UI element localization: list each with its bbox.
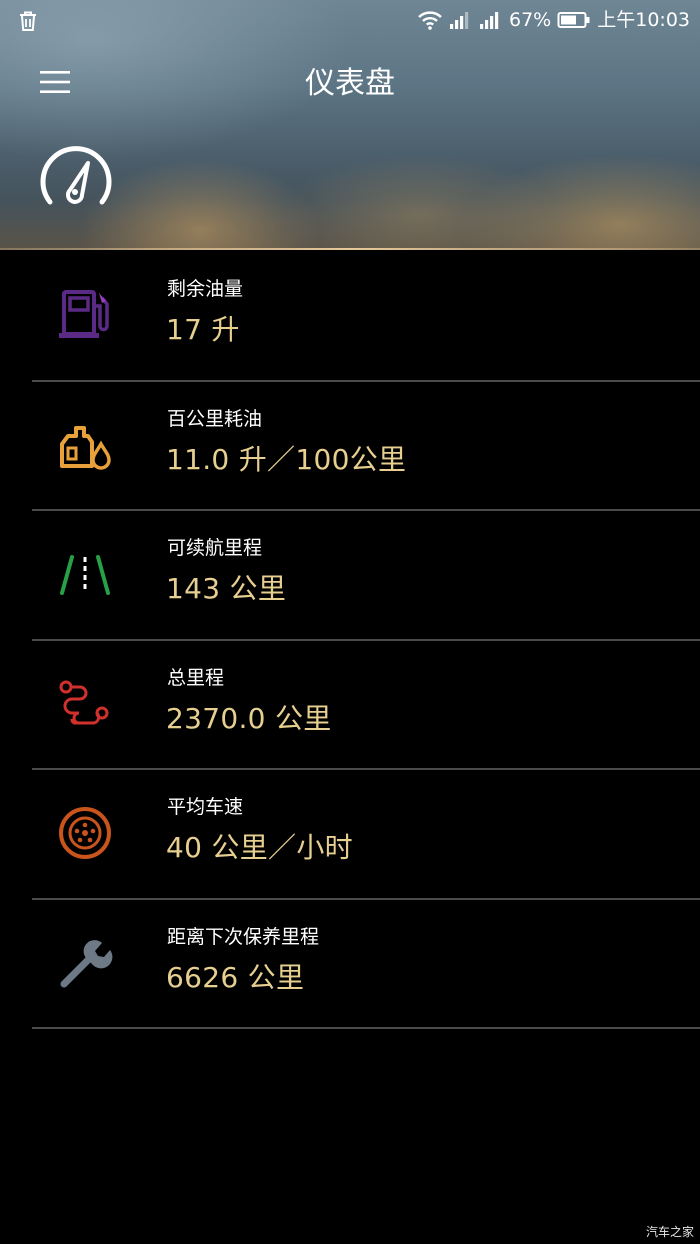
status-bar: 67% 上午10:03 — [0, 0, 700, 40]
speedometer-icon — [40, 146, 112, 205]
battery-icon — [557, 12, 590, 28]
metrics-list: 剩余油量 17 升 百公里耗油 11.0 升／100公里 可续航里程 143 公… — [0, 252, 700, 1029]
metric-label: 可续航里程 — [167, 537, 263, 559]
metric-value: 17 升 — [166, 313, 240, 346]
metric-label: 剩余油量 — [167, 278, 244, 300]
wifi-icon — [418, 11, 442, 30]
metric-label: 总里程 — [167, 666, 225, 689]
metric-value: 40 公里／小时 — [166, 831, 353, 864]
metric-label: 距离下次保养里程 — [167, 925, 320, 948]
list-item-fuel-consumption[interactable]: 百公里耗油 11.0 升／100公里 — [0, 382, 700, 512]
battery-percent: 67% — [509, 9, 552, 31]
road-icon — [60, 555, 110, 595]
list-item-total-mileage[interactable]: 总里程 2370.0 公里 — [0, 641, 700, 771]
tire-icon — [59, 807, 111, 859]
signal-icon-1 — [450, 12, 469, 29]
clock: 上午10:03 — [597, 9, 690, 31]
header-banner: 67% 上午10:03 仪表盘 — [0, 0, 700, 250]
metric-value: 143 公里 — [166, 572, 287, 605]
metric-value: 2370.0 公里 — [166, 701, 332, 735]
wrench-icon — [60, 939, 113, 987]
list-item-range[interactable]: 可续航里程 143 公里 — [0, 511, 700, 641]
oil-can-icon — [60, 425, 111, 470]
metric-value: 11.0 升／100公里 — [166, 442, 407, 476]
list-item-average-speed[interactable]: 平均车速 40 公里／小时 — [0, 770, 700, 900]
list-item-fuel-remaining[interactable]: 剩余油量 17 升 — [0, 252, 700, 382]
metric-label: 平均车速 — [167, 796, 244, 818]
fuel-pump-icon — [59, 290, 109, 338]
signal-icon-2 — [480, 12, 499, 29]
metric-label: 百公里耗油 — [167, 407, 263, 430]
page-title: 仪表盘 — [305, 66, 395, 101]
list-item-next-maintenance[interactable]: 距离下次保养里程 6626 公里 — [0, 900, 700, 1030]
route-icon — [59, 680, 109, 724]
metric-value: 6626 公里 — [166, 960, 305, 994]
trash-icon[interactable] — [17, 10, 39, 32]
watermark: 汽车之家 — [645, 1225, 694, 1239]
